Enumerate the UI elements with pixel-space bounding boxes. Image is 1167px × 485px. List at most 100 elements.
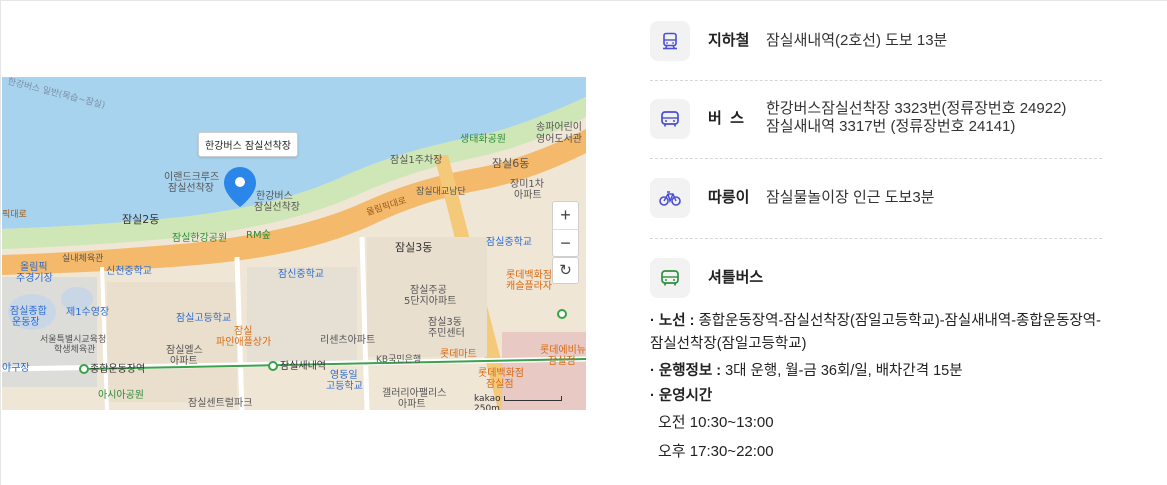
map-label-lotte-avenuel2: 잠실점 [548, 356, 576, 367]
map-label-lotte-avenuel: 롯데에비뉴엘 [540, 345, 586, 356]
map-label-baseball: 야구장 [2, 363, 30, 374]
shuttle-ops-text: 3대 운행, 월-금 36회/일, 배차간격 15분 [725, 363, 963, 379]
map-label-sincheon-middle: 신천중학교 [106, 266, 152, 277]
bike-icon-box [650, 178, 690, 218]
map-label-hangang-bus2: 잠실선착장 [254, 202, 300, 213]
map-label-asia-park: 아시아공원 [98, 390, 144, 401]
shuttle-route-text: 종합운동장역-잠실선착장(잠일고등학교)-잠실새내역-종합운동장역-잠실선착장(… [650, 313, 1101, 352]
subway-icon-box [650, 21, 690, 61]
map-callout: 한강버스 잠실선착장 [198, 132, 298, 157]
bus-line-1: 한강버스잠실선착장 3323번(정류장번호 24922) [766, 100, 1067, 117]
map-label-jamsil-3dong-center2: 주민센터 [428, 328, 465, 339]
shuttle-ops: · 운행정보 : 3대 운행, 월-금 36회/일, 배차간격 15분 [650, 360, 1110, 383]
map-label-rm-forest: RM숲 [246, 230, 271, 241]
map-label-yeongdong2: 고등학교 [326, 381, 363, 392]
shuttle-route: · 노선 : 종합운동장역-잠실선착장(잠일고등학교)-잠실새내역-종합운동장역… [650, 310, 1110, 356]
map-label-seoul-gym2: 학생체육관 [54, 345, 96, 355]
map-label-jamsil-els2: 아파트 [170, 356, 198, 367]
shuttle-icon-box [650, 258, 690, 298]
scale-bar [503, 396, 562, 401]
map-label-olympic-stadium2: 주경기장 [16, 273, 53, 284]
bus-row: 버 스 한강버스잠실선착장 3323번(정류장번호 24922) 잠실새내역 3… [650, 99, 1102, 139]
map-label-hangang-bus: 한강버스 [256, 191, 293, 202]
shuttle-ops-label: · 운행정보 : [650, 363, 722, 379]
map-label-olympic-road-left: 픽대로 [2, 210, 27, 220]
map-label-eland2: 잠실선착장 [168, 183, 214, 194]
map-label-indoor-gym: 실내체육관 [62, 254, 104, 264]
map-label-hangang-park: 잠실한강공원 [172, 233, 228, 244]
map-label-jamsil1-parking: 잠실1주차장 [390, 155, 443, 166]
map-label-jugong5-2: 5단지아파트 [404, 296, 457, 307]
map-scale: kakao250m [474, 394, 586, 410]
shuttle-afternoon: 오후 17:30~22:00 [658, 443, 774, 460]
map-label-galleria: 갤러리아팰리스 [382, 388, 447, 399]
map-label-lotte-castle: 롯데백화점 [506, 270, 552, 281]
map-refresh-button[interactable]: ↻ [552, 257, 579, 284]
map-label-jamsil-pine2: 파인애플상가 [216, 337, 272, 348]
map-label-songpa-lib: 송파어린이 [536, 122, 582, 133]
shuttle-row: 셔틀버스 [650, 258, 1102, 298]
map-label-lotte-castle2: 캐슬플라자 [506, 281, 552, 292]
divider-1 [650, 80, 1102, 81]
map-label-lotte-mart: 롯데마트 [440, 349, 477, 360]
location-map[interactable]: 한강버스 잠실선착장 한강버스 일반(목습~잠실) 생태화공원 송파어린이 영어… [2, 77, 586, 410]
zoom-control: + − [552, 201, 579, 257]
shuttle-morning: 오전 10:30~13:00 [658, 414, 774, 431]
station-dot-sports [79, 364, 89, 374]
shuttle-details: · 노선 : 종합운동장역-잠실선착장(잠일고등학교)-잠실새내역-종합운동장역… [650, 310, 1110, 466]
map-label-jugong5: 잠실주공 [410, 285, 447, 296]
bike-title: 따릉이 [708, 189, 750, 206]
map-label-saengtae: 생태화공원 [460, 134, 506, 145]
map-label-sports-station: 종합운동장역 [90, 364, 146, 375]
bike-text: 잠실물놀이장 인근 도보3분 [766, 189, 935, 206]
map-label-kb-bank: KB국민은행 [376, 355, 422, 365]
station-dot-jamsilsaenae [268, 361, 278, 371]
map-label-jamsil-pine: 잠실 [234, 326, 253, 337]
map-label-jamsilsaenae-station: 잠실새내역 [280, 361, 326, 372]
map-label-jamsil-complex: 잠실종합 [10, 306, 47, 317]
divider-2 [650, 158, 1102, 159]
zoom-in-button[interactable]: + [553, 202, 578, 229]
subway-text: 잠실새내역(2호선) 도보 13분 [766, 32, 948, 49]
map-label-jangmi1: 장미1차 [510, 179, 544, 190]
map-label-pool1: 제1수영장 [66, 307, 110, 318]
bus-icon [661, 111, 679, 127]
map-label-yeongdong: 영동일 [330, 370, 358, 381]
bus-title: 버 스 [708, 110, 744, 127]
scale-distance: 250m [474, 404, 500, 410]
bike-row: 따릉이 잠실물놀이장 인근 도보3분 [650, 178, 1102, 218]
shuttle-hours-label: · 운영시간 [650, 388, 713, 404]
map-label-eland: 이랜드크루즈 [164, 172, 220, 183]
map-label-jamsil-6dong: 잠실6동 [492, 157, 530, 170]
map-label-olympic-stadium: 올림픽 [20, 262, 48, 273]
map-label-jamsil-middle: 잠실중학교 [486, 237, 532, 248]
divider-3 [650, 238, 1102, 239]
shuttle-hours: · 운영시간 [650, 385, 1110, 408]
bus-line-2: 잠실새내역 3317번 (정류장번호 24141) [766, 118, 1016, 135]
bus-lines: 한강버스잠실선착장 3323번(정류장번호 24922) 잠실새내역 3317번… [766, 99, 1066, 136]
shuttle-route-label: · 노선 : [650, 313, 695, 329]
shuttle-title: 셔틀버스 [708, 269, 764, 286]
map-label-jamsil-complex2: 운동장 [12, 317, 40, 328]
bicycle-icon [659, 191, 681, 206]
map-label-jamsil-2dong: 잠실2동 [122, 213, 160, 226]
scale-brand: kakao [474, 394, 501, 404]
map-label-jamsil-3dong-center: 잠실3동 [428, 317, 462, 328]
zoom-out-button[interactable]: − [553, 229, 578, 256]
bus-icon-box [650, 99, 690, 139]
station-dot-jamsil [557, 309, 567, 319]
subway-row: 지하철 잠실새내역(2호선) 도보 13분 [650, 21, 1102, 61]
shuttle-bus-icon [661, 270, 679, 286]
map-label-jamsil-central-park: 잠실센트럴파크 [188, 398, 253, 409]
map-label-songpa-lib2: 영어도서관 [536, 134, 582, 145]
map-label-jamsil-els: 잠실엘스 [166, 345, 203, 356]
map-label-lotte-jamsil: 롯데백화점 [478, 368, 524, 379]
map-label-jamsil-high: 잠실고등학교 [176, 313, 232, 324]
map-label-jamsin-middle: 잠신중학교 [278, 269, 324, 280]
map-label-jamsil-bridge-south: 잠실대교남단 [416, 187, 466, 197]
map-label-galleria2: 아파트 [398, 399, 426, 410]
subway-icon [663, 32, 677, 50]
map-label-jamsil-3dong: 잠실3동 [395, 241, 433, 254]
map-label-ricenz: 리센츠아파트 [320, 335, 376, 346]
map-label-lotte-jamsil2: 잠실점 [486, 379, 514, 390]
